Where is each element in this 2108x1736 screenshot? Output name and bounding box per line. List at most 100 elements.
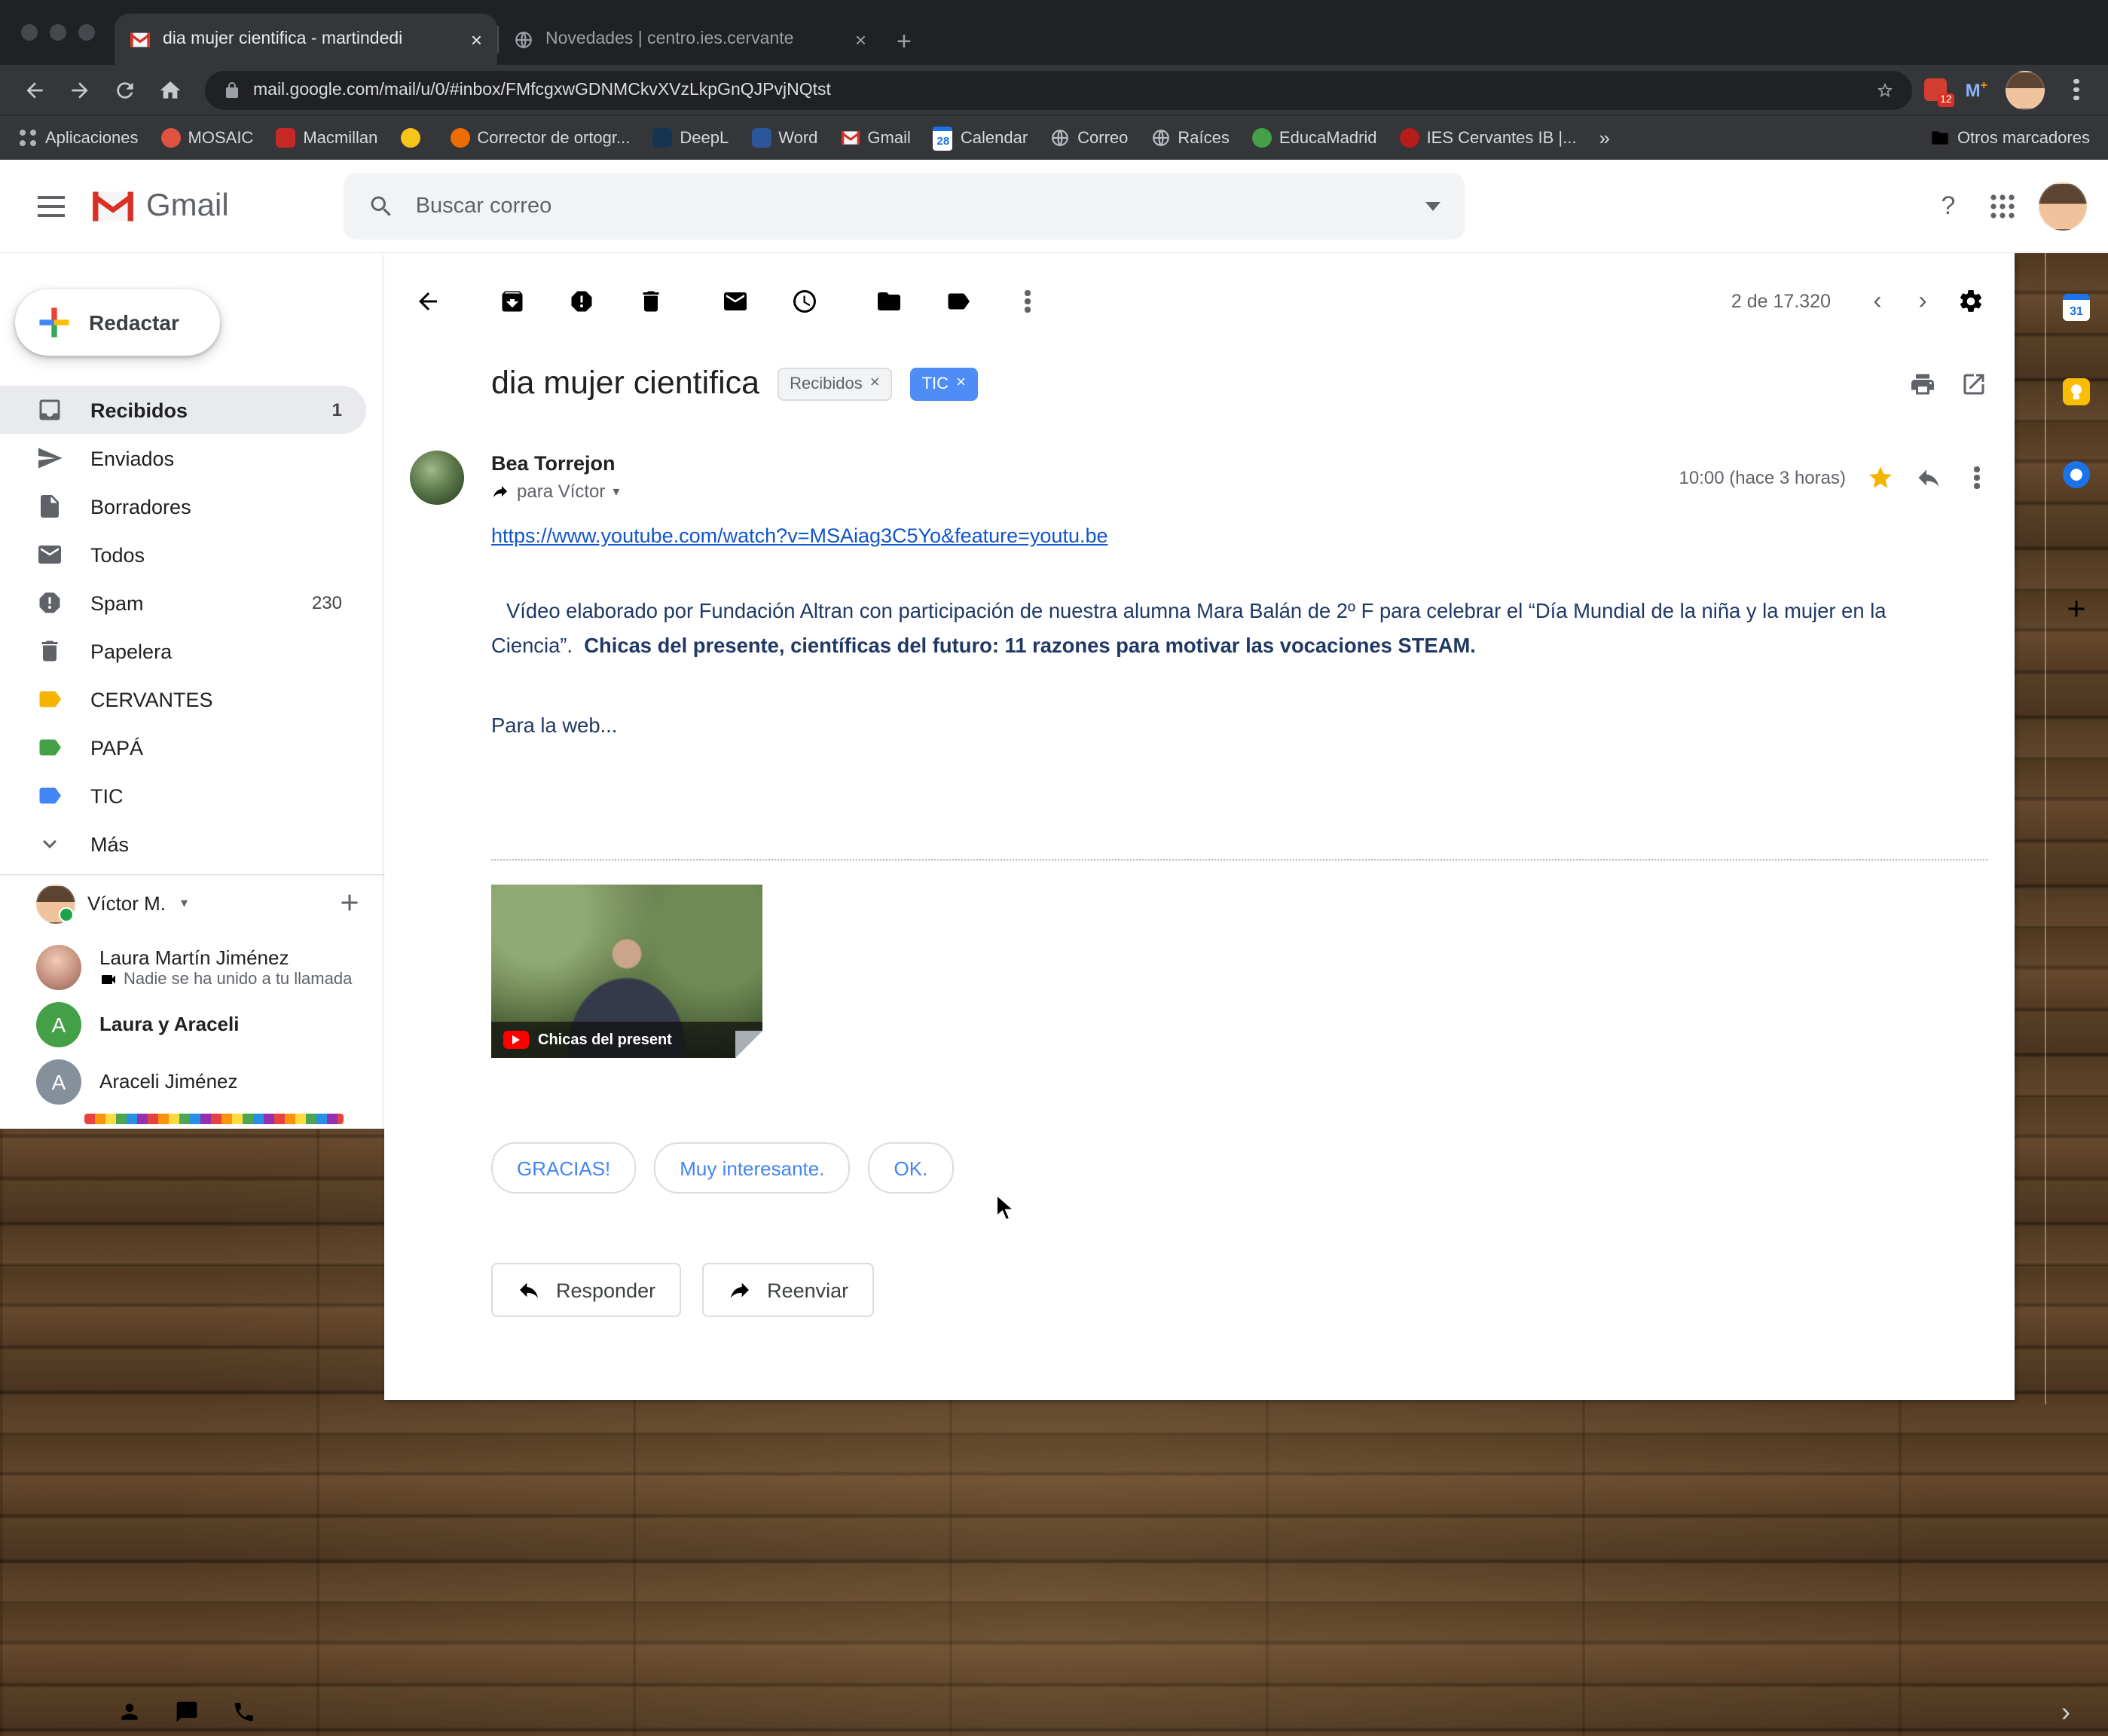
hangouts-account-row[interactable]: Víctor M. ▾ [0,876,384,930]
reply-icon[interactable] [1915,464,1942,491]
search-options-caret-icon[interactable] [1425,201,1440,210]
calendar-panel-icon[interactable]: 31 [2063,294,2090,321]
tab-gmail[interactable]: dia mujer cientifica - martindedi × [115,14,497,65]
phone-icon[interactable] [232,1700,256,1724]
sidebar-item-label-papa[interactable]: PAPÁ [0,723,366,772]
gmail-logo[interactable]: Gmail [90,188,229,224]
forward-button[interactable] [57,69,102,111]
label-chip-recibidos[interactable]: Recibidos× [778,367,892,400]
bookmark-gmail[interactable]: Gmail [840,128,910,148]
bookmark-aplicaciones[interactable]: Aplicaciones [18,128,139,148]
more-actions-button[interactable] [1005,279,1050,324]
sidebar-item-papelera[interactable]: Papelera [0,627,366,675]
label-button[interactable] [936,279,981,324]
move-to-button[interactable] [866,279,912,324]
sidebar-item-label-cervantes[interactable]: CERVANTES [0,675,366,723]
search-icon[interactable] [368,192,395,219]
bookmark-raices[interactable]: Raíces [1150,128,1230,148]
report-spam-button[interactable] [559,279,604,324]
bookmark-correo[interactable]: Correo [1050,128,1128,148]
contact-araceli[interactable]: A Araceli Jiménez [0,1053,384,1111]
google-apps-button[interactable] [1990,194,2015,218]
smart-reply-gracias[interactable]: GRACIAS! [491,1142,636,1194]
get-addons-button[interactable] [2063,595,2090,622]
bookmark-educamadrid[interactable]: EducaMadrid [1252,128,1377,148]
bookmarks-overflow-button[interactable]: » [1599,127,1609,149]
newer-conversation-button[interactable]: ‹ [1858,286,1897,316]
star-icon[interactable] [1867,464,1894,491]
video-attachment-thumbnail[interactable]: Chicas del present [491,885,762,1058]
smart-reply-ok[interactable]: OK. [868,1142,953,1194]
account-avatar[interactable] [2039,182,2087,230]
other-bookmarks-button[interactable]: Otros marcadores [1930,128,2090,148]
close-tab-icon[interactable]: × [855,29,866,49]
remove-label-icon[interactable]: × [870,375,880,392]
sidebar-item-mas[interactable]: Más [0,820,366,868]
forward-button[interactable]: Reenviar [702,1263,874,1317]
search-bar[interactable]: Buscar correo [344,173,1465,239]
label-chip-tic[interactable]: TIC× [910,367,978,400]
adblock-extension-icon[interactable]: 12 [1925,78,1948,101]
address-bar[interactable]: mail.google.com/mail/u/0/#inbox/FMfcgxwG… [205,70,1913,109]
details-caret-icon[interactable]: ▾ [613,483,619,500]
main-menu-button[interactable] [21,176,81,236]
macos-traffic-lights[interactable] [21,24,95,41]
sidebar-item-enviados[interactable]: Enviados [0,434,366,482]
bookmark-macmillan[interactable]: Macmillan [276,128,377,148]
back-to-inbox-button[interactable] [405,279,451,324]
smart-reply-interesante[interactable]: Muy interesante. [654,1142,850,1194]
mark-unread-button[interactable] [713,279,758,324]
tasks-panel-icon[interactable] [2063,461,2090,488]
contacts-person-icon[interactable] [118,1700,142,1724]
remove-label-icon[interactable]: × [956,375,966,392]
settings-gear-button[interactable] [1948,279,1993,324]
bookmark-deepl[interactable]: DeepL [652,128,729,148]
help-button[interactable]: ? [1930,191,1966,221]
bookmark-yellow[interactable] [400,128,427,148]
home-button[interactable] [148,69,193,111]
reply-button[interactable]: Responder [491,1263,681,1317]
sidebar-item-borradores[interactable]: Borradores [0,482,366,530]
zoom-window-button[interactable] [78,24,95,41]
bookmark-mosaic[interactable]: MOSAIC [161,128,254,148]
print-icon[interactable] [1909,371,1936,398]
contact-laura-y-araceli[interactable]: A Laura y Araceli [0,996,384,1053]
keep-panel-icon[interactable] [2063,378,2090,405]
bookmark-ies-cervantes[interactable]: IES Cervantes IB |... [1400,128,1577,148]
youtube-link[interactable]: https://www.youtube.com/watch?v=MSAiag3C… [491,524,1108,547]
delete-button[interactable] [628,279,674,324]
sidebar-item-recibidos[interactable]: Recibidos1 [0,386,366,434]
bookmark-word[interactable]: Word [751,128,817,148]
search-placeholder[interactable]: Buscar correo [416,194,1404,218]
sender-name[interactable]: Bea Torrejon [491,451,619,476]
show-side-panel-chevron[interactable]: › [2061,1697,2070,1728]
close-window-button[interactable] [21,24,38,41]
browser-menu-button[interactable] [2063,87,2090,93]
new-conversation-plus-icon[interactable] [336,889,363,916]
sidebar-item-spam[interactable]: Spam230 [0,579,366,627]
extension-m-icon[interactable]: M+ [1966,78,1987,101]
open-in-new-icon[interactable] [1960,371,1987,398]
older-conversation-button[interactable]: › [1903,286,1942,316]
snooze-button[interactable] [782,279,827,324]
message-more-button[interactable] [1963,475,1990,481]
chat-icon[interactable] [175,1700,199,1724]
tab-novedades[interactable]: Novedades | centro.ies.cervante × [499,14,881,65]
bookmark-corrector[interactable]: Corrector de ortogr... [450,128,630,148]
url-text[interactable]: mail.google.com/mail/u/0/#inbox/FMfcgxwG… [253,81,1865,99]
minimize-window-button[interactable] [50,24,66,41]
sender-avatar[interactable] [410,451,464,505]
compose-button[interactable]: Redactar [15,289,220,356]
contact-laura-martin[interactable]: Laura Martín Jiménez Nadie se ha unido a… [0,939,384,996]
sidebar-item-todos[interactable]: Todos [0,530,366,579]
close-tab-icon[interactable]: × [471,29,482,49]
new-tab-button[interactable]: + [897,29,912,54]
archive-button[interactable] [490,279,535,324]
bookmark-calendar[interactable]: 28Calendar [933,126,1028,150]
reload-button[interactable] [102,69,148,111]
back-button[interactable] [12,69,57,111]
sidebar-item-label-tic[interactable]: TIC [0,772,366,820]
bookmark-star-icon[interactable] [1877,81,1895,99]
browser-profile-avatar[interactable] [2006,70,2045,109]
recipient-row[interactable]: para Víctor ▾ [491,481,619,502]
